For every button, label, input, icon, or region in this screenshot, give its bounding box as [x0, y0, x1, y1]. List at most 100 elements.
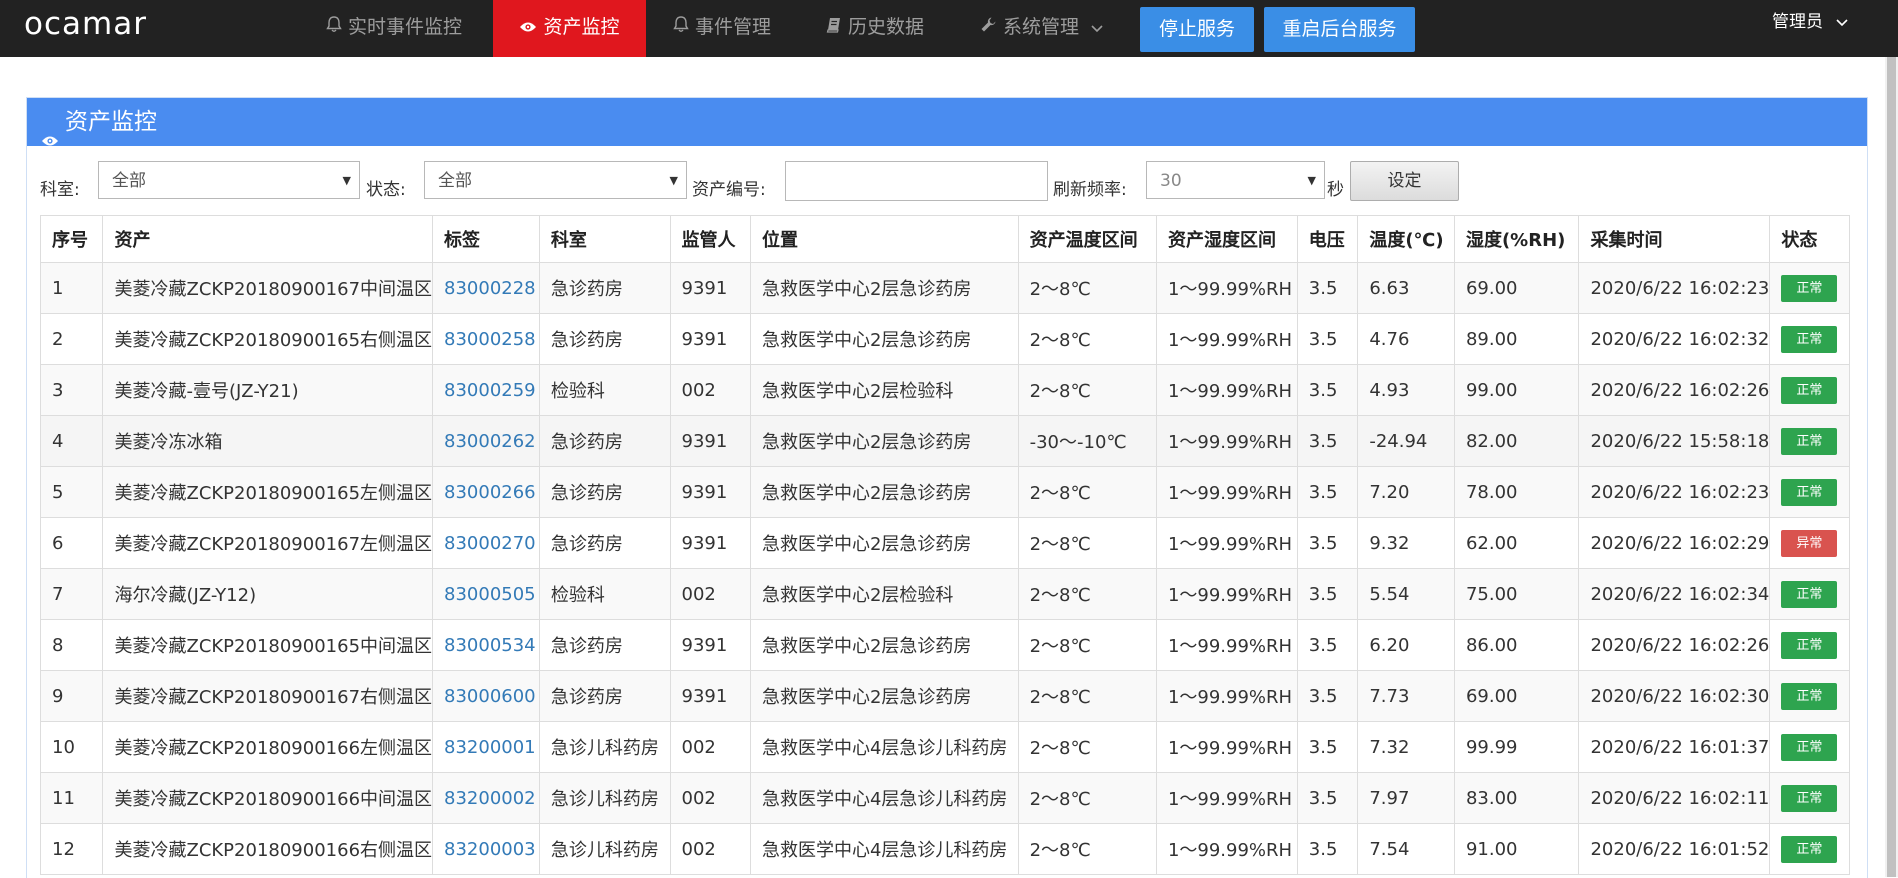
tag-link[interactable]: 83000262 — [444, 431, 536, 452]
status-badge: 正常 — [1781, 835, 1838, 863]
dropdown-arrow-icon: ▼ — [669, 174, 678, 187]
asset-number-input[interactable] — [785, 161, 1048, 201]
table-row[interactable]: 5 美菱冷藏ZCKP20180900165左侧温区 83000266 急诊药房 9391… — [39, 466, 1850, 518]
cell-status: 正常 — [1769, 823, 1850, 875]
cell-collect-time: 2020/6/22 15:58:18 — [1578, 415, 1771, 467]
set-button[interactable]: 设定 — [1350, 161, 1459, 201]
cell-collect-time: 2020/6/22 16:02:34 — [1578, 568, 1771, 620]
tag-link[interactable]: 83000534 — [444, 635, 536, 656]
column-header[interactable]: 标签 — [432, 215, 540, 263]
column-header[interactable]: 状态 — [1769, 215, 1850, 263]
status-select[interactable]: 全部 ▼ — [424, 161, 687, 199]
cell-index: 4 — [39, 415, 104, 467]
brand-logo[interactable]: ocamar — [24, 6, 147, 42]
cell-department: 急诊药房 — [538, 466, 671, 518]
table-row[interactable]: 3 美菱冷藏-壹号(JZ-Y21) 83000259 检验科 002 急救医学中心2层检验… — [39, 364, 1850, 416]
cell-index: 5 — [39, 466, 104, 518]
table-row[interactable]: 6 美菱冷藏ZCKP20180900167左侧温区 83000270 急诊药房 9391… — [39, 517, 1850, 569]
column-header[interactable]: 位置 — [749, 215, 1019, 263]
cell-temp-range: 2～8℃ — [1017, 364, 1157, 416]
cell-temperature: -24.94 — [1357, 415, 1455, 467]
nav-item-event-management[interactable]: 事件管理 — [673, 0, 771, 57]
cell-collect-time: 2020/6/22 16:02:23 — [1578, 466, 1771, 518]
cell-temperature: 5.54 — [1357, 568, 1455, 620]
panel-header: 资产监控 — [27, 98, 1867, 146]
column-header[interactable]: 资产 — [102, 215, 434, 263]
table-row[interactable]: 1 美菱冷藏ZCKP20180900167中间温区 83000228 急诊药房 9391… — [39, 262, 1850, 314]
tag-link[interactable]: 83200003 — [444, 839, 536, 860]
status-badge: 正常 — [1781, 478, 1838, 506]
refresh-unit-label: 秒 — [1327, 180, 1344, 200]
cell-humidity: 69.00 — [1453, 262, 1580, 314]
table-row[interactable]: 12 美菱冷藏ZCKP20180900166右侧温区 83200003 急诊儿科药房 0… — [39, 823, 1850, 875]
cell-keeper: 9391 — [669, 415, 751, 467]
cell-department: 急诊药房 — [538, 262, 671, 314]
tag-link[interactable]: 83000505 — [444, 584, 536, 605]
cell-location: 急救医学中心2层急诊药房 — [749, 619, 1019, 671]
tag-link[interactable]: 83200001 — [444, 737, 536, 758]
cell-tag-link: 83000262 — [432, 415, 540, 467]
column-header[interactable]: 科室 — [538, 215, 671, 263]
status-badge: 正常 — [1781, 631, 1838, 659]
tag-link[interactable]: 83000600 — [444, 686, 536, 707]
cell-department: 检验科 — [538, 364, 671, 416]
tag-link[interactable]: 83200002 — [444, 788, 536, 809]
column-header[interactable]: 电压 — [1296, 215, 1359, 263]
tag-link[interactable]: 83000259 — [444, 380, 536, 401]
cell-temp-range: 2～8℃ — [1017, 313, 1157, 365]
column-header[interactable]: 资产温度区间 — [1017, 215, 1157, 263]
user-menu[interactable]: 管理员 — [1772, 0, 1854, 44]
cell-voltage: 3.5 — [1296, 823, 1359, 875]
nav-item-asset-monitor[interactable]: 资产监控 — [493, 0, 646, 57]
cell-location: 急救医学中心4层急诊儿科药房 — [749, 823, 1019, 875]
cell-keeper: 9391 — [669, 517, 751, 569]
cell-temperature: 6.20 — [1357, 619, 1455, 671]
cell-location: 急救医学中心4层急诊儿科药房 — [749, 721, 1019, 773]
status-badge: 正常 — [1781, 376, 1838, 404]
nav-item-history-data[interactable]: 历史数据 — [826, 0, 924, 57]
cell-humidity: 99.99 — [1453, 721, 1580, 773]
table-row[interactable]: 8 美菱冷藏ZCKP20180900165中间温区 83000534 急诊药房 9391… — [39, 619, 1850, 671]
status-badge: 正常 — [1781, 325, 1838, 353]
table-row[interactable]: 2 美菱冷藏ZCKP20180900165右侧温区 83000258 急诊药房 9391… — [39, 313, 1850, 365]
cell-tag-link: 83000270 — [432, 517, 540, 569]
cell-department: 检验科 — [538, 568, 671, 620]
status-badge: 正常 — [1781, 274, 1838, 302]
column-header[interactable]: 监管人 — [669, 215, 751, 263]
column-header[interactable]: 序号 — [39, 215, 104, 263]
dropdown-arrow-icon: ▼ — [342, 174, 351, 187]
refresh-rate-select[interactable]: 30 ▼ — [1146, 161, 1325, 199]
cell-humidity: 75.00 — [1453, 568, 1580, 620]
cell-index: 7 — [39, 568, 104, 620]
nav-label: 历史数据 — [848, 16, 925, 38]
department-select[interactable]: 全部 ▼ — [98, 161, 360, 199]
column-header[interactable]: 采集时间 — [1578, 215, 1771, 263]
restart-service-button[interactable]: 重启后台服务 — [1264, 7, 1415, 52]
cell-temp-range: 2～8℃ — [1017, 619, 1157, 671]
tag-link[interactable]: 83000270 — [444, 533, 536, 554]
tag-link[interactable]: 83000228 — [444, 278, 536, 299]
column-header[interactable]: 温度(℃) — [1357, 215, 1455, 263]
cell-temp-range: 2～8℃ — [1017, 466, 1157, 518]
table-row[interactable]: 9 美菱冷藏ZCKP20180900167右侧温区 83000600 急诊药房 9391… — [39, 670, 1850, 722]
nav-item-realtime-events[interactable]: 实时事件监控 — [326, 0, 462, 57]
table-row[interactable]: 10 美菱冷藏ZCKP20180900166左侧温区 83200001 急诊儿科药房 0… — [39, 721, 1850, 773]
table-row[interactable]: 7 海尔冷藏(JZ-Y12) 83000505 检验科 002 急救医学中心2层检验科 2～… — [39, 568, 1850, 620]
cell-location: 急救医学中心2层急诊药房 — [749, 313, 1019, 365]
table-row[interactable]: 4 美菱冷冻冰箱 83000262 急诊药房 9391 急救医学中心2层急诊药房 -30～-… — [39, 415, 1850, 467]
column-header[interactable]: 湿度(%RH) — [1453, 215, 1580, 263]
cell-status: 正常 — [1769, 466, 1850, 518]
column-header[interactable]: 资产湿度区间 — [1155, 215, 1298, 263]
cell-humidity: 86.00 — [1453, 619, 1580, 671]
refresh-rate-value: 30 — [1160, 171, 1182, 191]
tag-link[interactable]: 83000266 — [444, 482, 536, 503]
page-scrollbar-thumb[interactable] — [1887, 57, 1896, 877]
table-row[interactable]: 11 美菱冷藏ZCKP20180900166中间温区 83200002 急诊儿科药房 0… — [39, 772, 1850, 824]
nav-item-system-management[interactable]: 系统管理 — [980, 0, 1109, 57]
cell-temperature: 4.93 — [1357, 364, 1455, 416]
cell-voltage: 3.5 — [1296, 517, 1359, 569]
tag-link[interactable]: 83000258 — [444, 329, 536, 350]
cell-keeper: 9391 — [669, 619, 751, 671]
cell-keeper: 9391 — [669, 670, 751, 722]
stop-service-button[interactable]: 停止服务 — [1140, 7, 1254, 52]
